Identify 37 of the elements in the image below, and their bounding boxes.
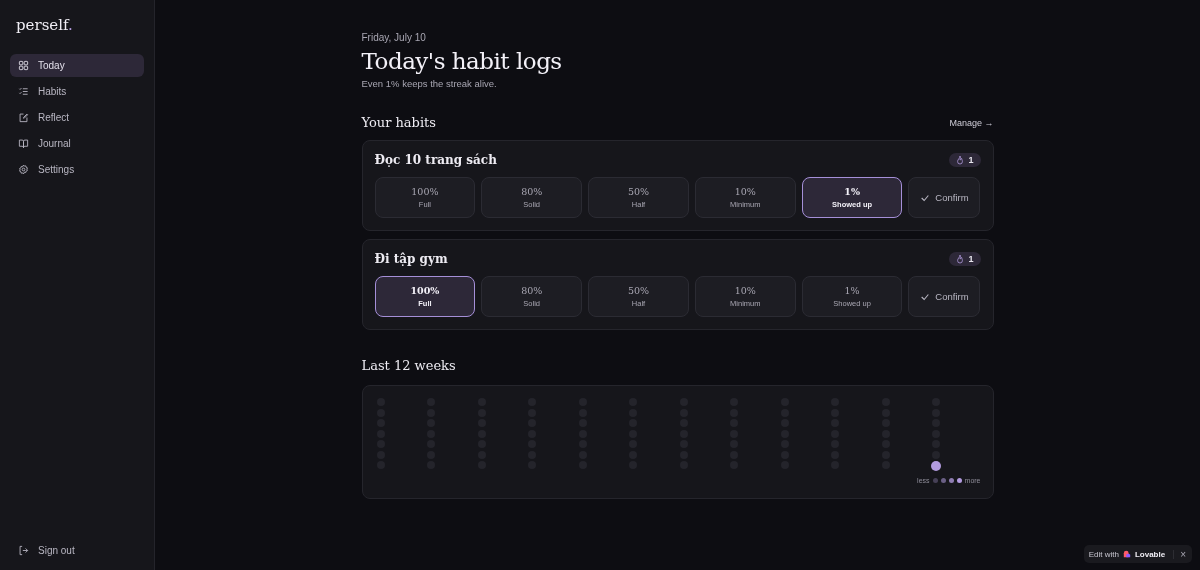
date-label: Friday, July 10 <box>361 32 427 43</box>
flame-icon <box>956 155 965 165</box>
logo: perself. <box>15 16 73 34</box>
nav-item[interactable]: Habits <box>10 80 144 103</box>
close-button[interactable]: × <box>1174 548 1192 560</box>
sign-out-icon <box>18 545 29 556</box>
badge-text: Edit with <box>1088 549 1119 559</box>
nav-item[interactable]: Today <box>10 54 144 77</box>
checklist-icon <box>18 86 29 97</box>
edit-with-link[interactable]: Edit with Lovable <box>1083 549 1175 559</box>
nav-item[interactable]: Settings <box>10 158 144 181</box>
section-title: Last 12 weeks <box>361 358 457 373</box>
manage-link[interactable]: Manage → <box>949 117 994 128</box>
streak-count: 1 <box>968 155 974 165</box>
streak-count: 1 <box>968 254 974 264</box>
brand-name: Lovable <box>1134 549 1166 559</box>
edit-icon <box>18 112 29 123</box>
grid-icon <box>18 60 29 71</box>
page-title: Today's habit logs <box>361 48 563 74</box>
legend-dot <box>956 478 962 483</box>
confirm-button[interactable]: Confirm <box>908 177 981 218</box>
flame-icon <box>956 254 965 264</box>
nav-item[interactable]: Journal <box>10 132 144 155</box>
gear-icon <box>18 164 29 175</box>
book-icon <box>18 138 29 149</box>
check-icon <box>920 291 931 302</box>
nav-item[interactable]: Reflect <box>10 106 144 129</box>
confirm-button[interactable]: Confirm <box>908 276 981 317</box>
legend-dot <box>948 478 954 483</box>
habit-name: Đọc 10 trang sách <box>374 153 497 167</box>
subtitle: Even 1% keeps the streak alive. <box>361 78 498 89</box>
section-title: Your habits <box>361 115 436 130</box>
check-icon <box>920 192 931 203</box>
legend-dot <box>940 478 946 483</box>
sign-out-link[interactable]: Sign out <box>10 545 83 556</box>
habit-name: Đi tập gym <box>374 252 448 266</box>
legend-dot <box>932 478 938 483</box>
